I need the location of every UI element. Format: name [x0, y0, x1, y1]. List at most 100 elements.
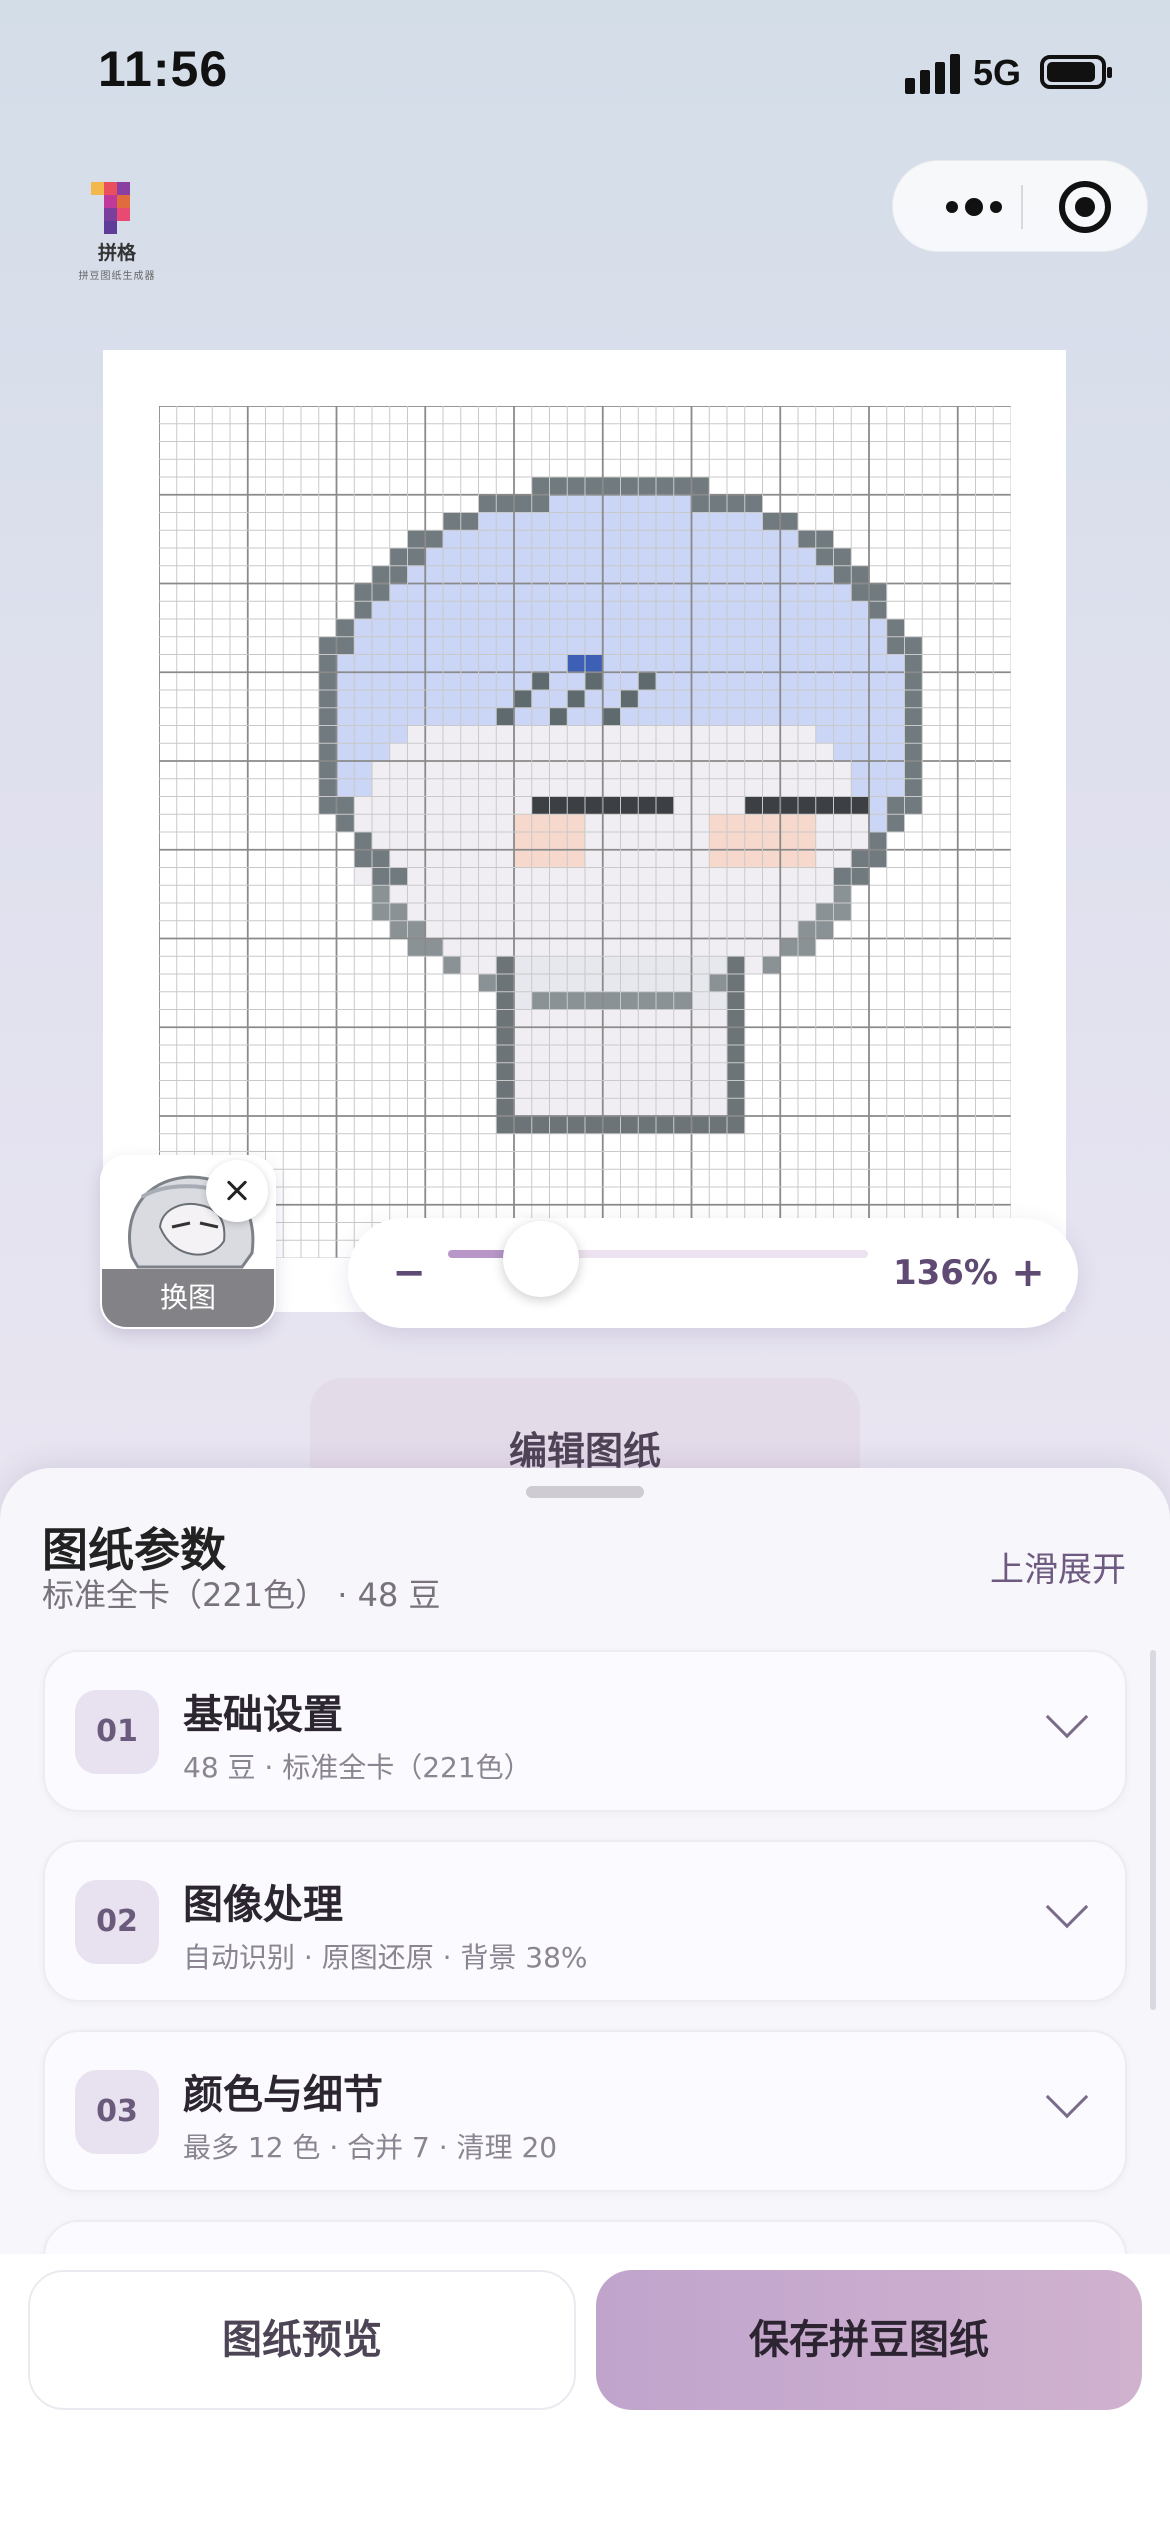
bead-cell [460, 778, 479, 797]
bead-cell [514, 654, 532, 673]
expand-sheet-link[interactable]: 上滑展开 [990, 1542, 1126, 1591]
bead-cell [496, 832, 514, 850]
bead-cell [727, 867, 745, 886]
bead-cell [389, 849, 408, 868]
bead-cell [514, 1062, 532, 1081]
bead-cell [336, 707, 355, 726]
bead-cell [638, 654, 656, 673]
bead-cell [585, 654, 603, 673]
bead-cell [354, 619, 372, 637]
bead-cell [798, 867, 816, 886]
close-miniprogram-icon[interactable] [1059, 181, 1111, 233]
bead-cell [620, 885, 639, 903]
section-color-detail[interactable]: 03 颜色与细节 最多 12 色 · 合并 7 · 清理 20 [43, 2030, 1127, 2192]
bead-cell [798, 778, 816, 797]
bead-cell [727, 796, 745, 815]
bead-cell [727, 636, 745, 655]
bead-cell [585, 619, 603, 637]
bead-cell [673, 814, 692, 832]
bead-cell [620, 672, 639, 690]
bead-cell [602, 796, 621, 815]
bead-cell [673, 974, 692, 992]
bead-cell [389, 672, 408, 690]
bead-cell [744, 565, 763, 584]
bead-cell [638, 867, 656, 886]
bead-cell [372, 565, 390, 584]
chevron-down-icon[interactable] [1035, 2074, 1101, 2140]
bead-cell [549, 849, 568, 868]
zoom-slider-thumb[interactable] [502, 1221, 579, 1297]
bead-cell [496, 867, 514, 886]
preview-pattern-button[interactable]: 图纸预览 [28, 2270, 576, 2410]
bead-cell [869, 796, 887, 815]
section-basic-settings[interactable]: 01 基础设置 48 豆 · 标准全卡（221色） [43, 1650, 1127, 1812]
bead-cell [443, 956, 461, 974]
bead-cell [478, 938, 497, 957]
zoom-out-button[interactable]: − [384, 1244, 434, 1302]
bead-cell [602, 583, 621, 602]
bead-cell [425, 778, 443, 797]
bead-cell [425, 690, 443, 708]
bead-cell [869, 690, 887, 708]
bead-cell [407, 920, 426, 939]
bead-cell [531, 1116, 550, 1134]
bead-cell [904, 743, 923, 761]
bead-cell [372, 761, 390, 779]
chevron-down-icon[interactable] [1035, 1694, 1101, 1760]
bead-cell [460, 619, 479, 637]
bead-cell [656, 601, 674, 619]
bead-cell [638, 1062, 656, 1081]
bead-cell [354, 672, 372, 690]
bead-cell [496, 1062, 514, 1081]
bead-cell [620, 1009, 639, 1028]
swap-image-label: 换图 [102, 1269, 274, 1327]
bead-cell [531, 974, 550, 992]
bead-cell [585, 583, 603, 602]
section-title: 图像处理 [183, 1882, 343, 1928]
bead-cell [567, 903, 585, 921]
bead-cell [496, 849, 514, 868]
bead-cell [549, 903, 568, 921]
bead-cell [443, 583, 461, 602]
section-image-processing[interactable]: 02 图像处理 自动识别 · 原图还原 · 背景 38% [43, 1840, 1127, 2002]
bead-cell [389, 690, 408, 708]
bead-cell [531, 636, 550, 655]
bead-cell [496, 725, 514, 744]
bead-cell [443, 814, 461, 832]
bead-cell [673, 938, 692, 957]
bead-cell [904, 761, 923, 779]
bead-cell [691, 743, 710, 761]
bead-cell [869, 707, 887, 726]
bead-cell [798, 530, 816, 548]
remove-image-close-icon[interactable] [206, 1160, 268, 1222]
bead-cell [567, 761, 585, 779]
bead-cell [727, 1027, 745, 1045]
bead-cell [869, 583, 887, 602]
bead-cell [620, 494, 639, 513]
bead-cell [691, 814, 710, 832]
sheet-drag-handle[interactable] [526, 1486, 644, 1498]
sheet-scrollbar[interactable] [1150, 1650, 1156, 2010]
bead-cell [372, 832, 390, 850]
save-pattern-button[interactable]: 保存拼豆图纸 [596, 2270, 1142, 2410]
bead-cell [638, 512, 656, 531]
bead-cell [656, 494, 674, 513]
bead-cell [407, 707, 426, 726]
more-icon[interactable] [929, 161, 1019, 253]
bead-cell [691, 849, 710, 868]
chevron-down-icon[interactable] [1035, 1884, 1101, 1950]
bead-cell [762, 849, 781, 868]
bead-cell [372, 778, 390, 797]
bead-cell [372, 654, 390, 673]
bead-cell [851, 565, 869, 584]
bead-cell [851, 796, 869, 815]
bead-cell [691, 565, 710, 584]
bead-cell [904, 725, 923, 744]
bead-cell [585, 867, 603, 886]
bead-cell [638, 477, 656, 495]
bead-cell [602, 530, 621, 548]
bead-cell [567, 1009, 585, 1028]
zoom-in-button[interactable]: + [1000, 1244, 1056, 1302]
bead-cell [602, 1045, 621, 1063]
bead-cell [443, 796, 461, 815]
